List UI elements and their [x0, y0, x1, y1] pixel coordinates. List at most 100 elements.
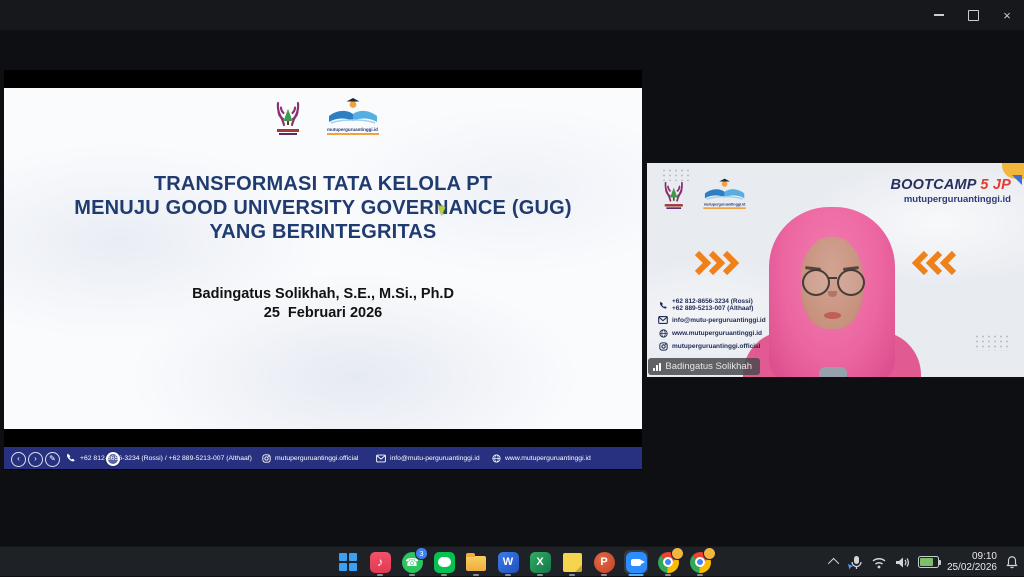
tray-overflow-chevron-icon[interactable] — [828, 558, 839, 569]
powerpoint-icon: P — [594, 552, 615, 573]
contact-phone-line1: +62 812-8656-3234 (Rossi) — [672, 298, 753, 305]
close-button[interactable]: × — [990, 0, 1024, 30]
sticky-note-icon — [563, 553, 582, 572]
folder-icon — [466, 556, 486, 571]
padma-logo-text-bar — [279, 133, 297, 135]
phone-icon — [659, 301, 668, 310]
chrome-profile-badge — [671, 547, 684, 560]
line-app-button[interactable] — [432, 550, 456, 574]
microphone-in-use-icon[interactable] — [847, 555, 863, 570]
mutu-logo-caption: mutuperguruantinggi.id — [704, 202, 746, 206]
system-tray: 09:10 25/02/2026 — [831, 547, 1019, 577]
bootcamp-title-text: BOOTCAMP — [890, 177, 976, 193]
clock-time: 09:10 — [972, 551, 997, 562]
volume-icon[interactable] — [895, 556, 910, 569]
word-icon: W — [498, 552, 519, 573]
person-collar — [819, 367, 847, 377]
file-explorer-button[interactable] — [464, 550, 488, 574]
footer-website-item: www.mutuperguruantinggi.id — [492, 447, 591, 469]
next-icon: › — [34, 455, 37, 463]
padma-nusantara-logo-icon — [659, 177, 689, 215]
prev-icon: ‹ — [17, 455, 20, 463]
start-button[interactable] — [336, 550, 360, 574]
contact-email-row: info@mutu-perguruantinggi.id — [658, 315, 766, 325]
instagram-icon — [659, 342, 668, 351]
contact-instagram-row: mutuperguruantinggi.official — [658, 342, 766, 352]
sticky-notes-button[interactable] — [560, 550, 584, 574]
footer-phone-item: +62 812-8656-3234 (Rossi) / +62 889-5213… — [66, 447, 252, 469]
webcam-contact-list: +62 812-8656-3234 (Rossi) +62 889-5213-0… — [658, 298, 766, 352]
slide-title-line: MENUJU GOOD UNIVERSITY GOVERNANCE (GUG) — [4, 196, 642, 220]
presenter-name: Badingatus Solikhah, S.E., M.Si., Ph.D — [4, 286, 642, 302]
taskbar-center-icons: ♪ ☎3 W X P — [336, 547, 712, 577]
pointer-highlight-cursor — [106, 452, 120, 466]
participant-name: Badingatus Solikhah — [665, 361, 752, 372]
whatsapp-button[interactable]: ☎3 — [400, 550, 424, 574]
contact-phone-row: +62 812-8656-3234 (Rossi) +62 889-5213-0… — [658, 298, 766, 312]
slide-title-line: TRANSFORMASI TATA KELOLA PT — [4, 172, 642, 196]
participant-name-tag: Badingatus Solikhah — [648, 358, 760, 375]
presentation-slide: mutuperguruantinggi.id TRANSFORMASI TATA… — [4, 88, 642, 429]
chevrons-left-icon — [908, 249, 958, 277]
music-icon: ♪ — [370, 552, 391, 573]
webcam-video-tile[interactable]: mutuperguruantinggi.id BOOTCAMP 5 JP mut… — [647, 163, 1024, 377]
phone-icon — [66, 453, 76, 463]
corner-decoration — [1012, 175, 1022, 185]
chrome-button[interactable] — [656, 550, 680, 574]
footer-email-text: info@mutu-perguruantinggi.id — [390, 455, 480, 462]
chevrons-right-icon — [693, 249, 743, 277]
maximize-button[interactable] — [956, 0, 990, 30]
word-button[interactable]: W — [496, 550, 520, 574]
taskbar-clock[interactable]: 09:10 25/02/2026 — [947, 551, 997, 573]
mutuperguruantinggi-logo-icon: mutuperguruantinggi.id — [315, 96, 391, 142]
audio-level-icon — [653, 363, 661, 371]
annotation-draw-button[interactable]: ✎ — [45, 452, 60, 467]
music-app-button[interactable]: ♪ — [368, 550, 392, 574]
globe-icon — [659, 329, 668, 338]
padma-logo-text-bar — [277, 129, 299, 132]
email-icon — [376, 454, 386, 463]
wifi-icon[interactable] — [871, 556, 887, 569]
contact-website-text: www.mutuperguruantinggi.id — [672, 330, 762, 337]
annotation-prev-button[interactable]: ‹ — [11, 452, 26, 467]
slide-footer-bar: ‹ › ✎ +62 812-8656-3234 (Rossi) / +62 88… — [4, 447, 642, 469]
minimize-icon — [934, 14, 944, 16]
annotation-next-button[interactable]: › — [28, 452, 43, 467]
minimize-button[interactable] — [922, 0, 956, 30]
slide-logo-row: mutuperguruantinggi.id — [4, 96, 642, 142]
bootcamp-highlight-text: 5 JP — [980, 177, 1011, 193]
whatsapp-badge: 3 — [415, 547, 428, 560]
window-titlebar: × — [0, 0, 1024, 30]
contact-email-text: info@mutu-perguruantinggi.id — [672, 317, 766, 324]
mutu-logo-caption: mutuperguruantinggi.id — [327, 127, 378, 132]
person-glasses-bridge — [828, 277, 837, 279]
restore-icon — [968, 10, 979, 21]
email-icon — [658, 316, 668, 324]
person-lips — [824, 312, 841, 319]
chrome-button-2[interactable] — [688, 550, 712, 574]
pencil-icon: ✎ — [49, 455, 56, 463]
mutuperguruantinggi-logo-icon: mutuperguruantinggi.id — [693, 177, 755, 215]
battery-icon[interactable] — [918, 556, 939, 568]
bootcamp-title: BOOTCAMP 5 JP — [890, 177, 1011, 193]
padma-nusantara-logo-icon — [270, 96, 306, 142]
slide-title-line: YANG BERINTEGRITAS — [4, 220, 642, 244]
footer-website-text: www.mutuperguruantinggi.id — [505, 455, 591, 462]
zoom-app-button[interactable] — [624, 550, 648, 574]
powerpoint-button[interactable]: P — [592, 550, 616, 574]
contact-instagram-text: mutuperguruantinggi.official — [672, 343, 760, 350]
instagram-icon — [262, 454, 271, 463]
chrome-profile-badge — [703, 547, 716, 560]
footer-instagram-item: mutuperguruantinggi.official — [262, 447, 358, 469]
dots-decoration — [974, 334, 1012, 351]
contact-phone-line2: +62 889-5213-007 (Althaaf) — [672, 305, 753, 312]
excel-icon: X — [530, 552, 551, 573]
excel-button[interactable]: X — [528, 550, 552, 574]
notification-bell-icon[interactable] — [1005, 555, 1019, 569]
footer-instagram-text: mutuperguruantinggi.official — [275, 455, 358, 462]
person-nose — [828, 291, 837, 297]
clock-date: 25/02/2026 — [947, 562, 997, 573]
bootcamp-banner: BOOTCAMP 5 JP mutuperguruantinggi.id — [890, 177, 1011, 205]
globe-icon — [492, 454, 501, 463]
footer-email-item: info@mutu-perguruantinggi.id — [376, 447, 480, 469]
